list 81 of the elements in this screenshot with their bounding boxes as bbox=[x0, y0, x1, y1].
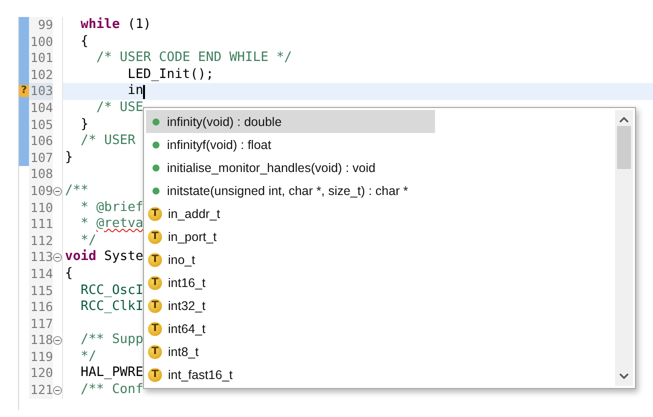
code-comment: /* USE bbox=[95, 100, 144, 117]
dot-icon bbox=[152, 186, 160, 194]
line-number: 112 bbox=[29, 232, 53, 250]
line-number: 116 bbox=[29, 299, 53, 316]
type-badge: T bbox=[148, 206, 162, 220]
misspelled-word: @retva bbox=[96, 216, 144, 233]
line-number: 115 bbox=[29, 282, 53, 300]
code-text: in bbox=[126, 83, 144, 100]
scroll-up-icon[interactable] bbox=[619, 116, 629, 124]
completion-item[interactable]: initstate(unsigned int, char *, size_t) : char * bbox=[146, 179, 615, 202]
line-number: 121 bbox=[29, 382, 53, 399]
line-number: 117 bbox=[29, 316, 53, 332]
code-comment: * @brief bbox=[80, 200, 144, 216]
line-number: 106 bbox=[29, 133, 53, 150]
dot-icon bbox=[152, 140, 160, 148]
code-comment: * bbox=[80, 216, 90, 233]
code-comment: */ bbox=[80, 348, 96, 366]
line-number: 118 bbox=[29, 332, 53, 349]
completion-item[interactable]: infinityf(void) : float bbox=[146, 133, 615, 156]
collapse-icon[interactable] bbox=[53, 386, 62, 395]
collapse-icon[interactable] bbox=[53, 253, 62, 262]
completion-item[interactable]: T ino_t bbox=[146, 248, 615, 271]
line-number: 105 bbox=[29, 116, 53, 134]
code-text: } bbox=[65, 150, 73, 166]
scrollbar[interactable] bbox=[615, 110, 633, 386]
dot-icon bbox=[152, 118, 160, 126]
type-badge: T bbox=[148, 344, 162, 358]
scrollbar-thumb[interactable] bbox=[617, 126, 631, 169]
completion-item[interactable]: T int64_t bbox=[146, 317, 615, 340]
line-number: 108 bbox=[29, 166, 53, 183]
type-badge: T bbox=[148, 252, 162, 266]
line-number: 114 bbox=[29, 266, 53, 282]
type-badge: T bbox=[148, 368, 162, 382]
line-number: 111 bbox=[29, 216, 53, 233]
code-text: { bbox=[80, 34, 88, 50]
completion-item[interactable]: T in_addr_t bbox=[146, 202, 615, 225]
type-badge: T bbox=[148, 230, 162, 244]
line-number: 119 bbox=[29, 348, 53, 366]
line-number: 120 bbox=[29, 365, 53, 382]
dot-icon bbox=[152, 164, 160, 172]
code-text: } bbox=[80, 116, 88, 134]
line-number: 113 bbox=[29, 249, 53, 266]
line-number: 103 bbox=[29, 83, 53, 100]
line-number: 102 bbox=[29, 66, 53, 84]
completion-item[interactable]: initialise_monitor_handles(void) : void bbox=[146, 156, 615, 179]
code-comment: /** Conf bbox=[80, 382, 144, 399]
completion-item[interactable]: T int_fast16_t bbox=[146, 363, 615, 386]
code-text: (1) bbox=[126, 17, 152, 34]
line-number: 110 bbox=[29, 200, 53, 216]
completion-item[interactable]: T int16_t bbox=[146, 271, 615, 294]
code-text: Syste bbox=[103, 249, 144, 266]
keyword: while bbox=[80, 17, 120, 34]
line-number: 100 bbox=[29, 34, 53, 50]
code-text: LED_Init(); bbox=[126, 66, 214, 84]
line-number: 101 bbox=[29, 50, 53, 67]
code-comment: /* USER CODE END WHILE */ bbox=[95, 50, 292, 67]
text-cursor bbox=[143, 84, 145, 99]
code-text: RCC_OscI bbox=[80, 282, 144, 300]
code-comment: /** Supp bbox=[80, 332, 144, 349]
completion-item[interactable]: T int32_t bbox=[146, 294, 615, 317]
line-number: 109 bbox=[29, 182, 53, 200]
quick-fix-marker[interactable]: ? bbox=[19, 85, 29, 98]
code-comment: /* USER bbox=[80, 133, 136, 150]
line-number: 99 bbox=[29, 17, 53, 34]
code-text: HAL_PWRE bbox=[80, 365, 144, 382]
type-badge: T bbox=[148, 276, 162, 290]
collapse-icon[interactable] bbox=[53, 186, 62, 196]
scroll-down-icon[interactable] bbox=[619, 372, 629, 380]
keyword: void bbox=[65, 249, 96, 266]
completion-item[interactable]: T int8_t bbox=[146, 340, 615, 363]
code-comment: */ bbox=[80, 232, 96, 249]
code-text: { bbox=[65, 266, 73, 282]
code-comment: /** bbox=[65, 182, 88, 200]
type-badge: T bbox=[148, 298, 162, 312]
type-badge: T bbox=[148, 322, 162, 336]
completion-item[interactable]: T in_port_t bbox=[146, 225, 615, 248]
collapse-icon[interactable] bbox=[53, 336, 62, 346]
line-number: 107 bbox=[29, 150, 53, 166]
code-text: RCC_ClkI bbox=[80, 299, 144, 316]
completion-item[interactable]: infinity(void) : double bbox=[146, 110, 435, 133]
line-number: 104 bbox=[29, 100, 53, 117]
